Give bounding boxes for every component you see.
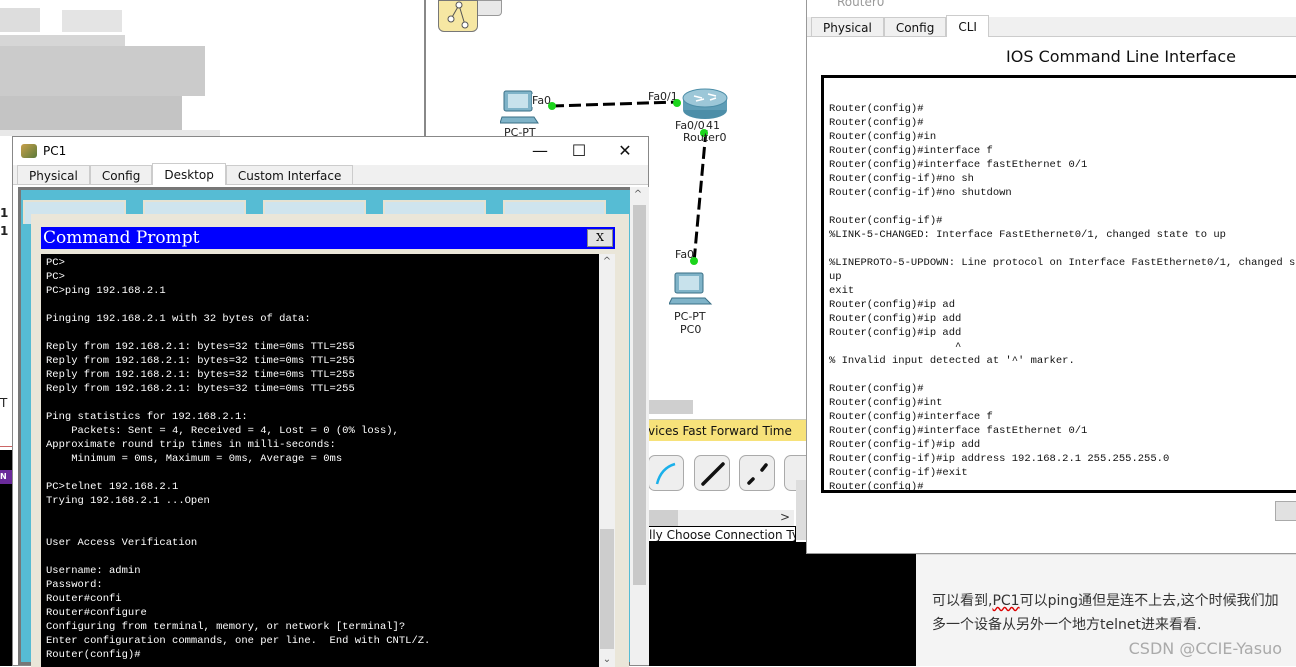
- article-text-line: 多一个设备从另外一个地方telnet进来看看.: [932, 617, 1202, 633]
- side-fragment: T: [0, 396, 8, 410]
- command-prompt-title: Command Prompt: [43, 228, 200, 248]
- command-prompt-console[interactable]: PC> PC> PC>ping 192.168.2.1 Pinging 192.…: [41, 254, 599, 667]
- connection-console-button[interactable]: [648, 455, 684, 491]
- router0-title: Router0: [837, 0, 885, 9]
- article-text: 可以看到,PC1可以ping通但是连不上去,这个时候我们加 多一个设备从另外一个…: [932, 589, 1296, 637]
- connections-scroll-thumb[interactable]: [648, 510, 678, 526]
- purple-badge: N: [0, 470, 12, 484]
- pc0-name-label: PC0: [680, 323, 702, 336]
- blurred-text: [62, 10, 122, 32]
- router0-tabs: Physical Config CLI: [807, 15, 1296, 37]
- background-dark-area: [648, 542, 916, 666]
- side-fragment: 1: [0, 224, 9, 238]
- tab-desktop[interactable]: Desktop: [152, 163, 226, 185]
- command-prompt-window: Command Prompt X PC> PC> PC>ping 192.168…: [31, 214, 629, 667]
- blurred-text: [0, 46, 205, 96]
- chevron-right-icon[interactable]: >: [780, 510, 790, 524]
- connection-straight-button[interactable]: [694, 455, 730, 491]
- cli-output[interactable]: Router(config)# Router(config)# Router(c…: [824, 78, 1296, 490]
- pc1-tabs: Physical Config Desktop Custom Interface: [13, 163, 648, 185]
- article-text-part: 可以看到,: [932, 593, 993, 609]
- command-prompt-scrollbar[interactable]: ^ ⌄: [599, 254, 615, 667]
- link-router-pc0: [692, 129, 708, 263]
- cli-heading: IOS Command Line Interface: [1006, 47, 1236, 66]
- tab-config[interactable]: Config: [89, 165, 153, 184]
- router0-window: Router0 Physical Config CLI IOS Command …: [806, 0, 1296, 554]
- cli-console[interactable]: Router(config)# Router(config)# Router(c…: [821, 75, 1296, 493]
- pc1-link-light: [548, 102, 556, 110]
- fast-forward-time-label[interactable]: vices Fast Forward Time: [648, 424, 792, 438]
- side-fragment: 1: [0, 206, 9, 220]
- workspace-hscroll-thumb[interactable]: [648, 400, 693, 414]
- pc0-link-light: [690, 257, 698, 265]
- chevron-up-icon[interactable]: ^: [599, 256, 615, 267]
- chevron-down-icon[interactable]: ⌄: [599, 654, 615, 665]
- blurred-text: [0, 96, 182, 130]
- pc0-type-label: PC-PT: [674, 310, 706, 323]
- article-text-part: 可以ping通但是连不上去,这个时候我们加: [1019, 593, 1279, 609]
- command-prompt-titlebar[interactable]: Command Prompt X: [41, 227, 615, 249]
- connection-type-caption: lly Choose Connection Ty: [648, 526, 796, 542]
- realtime-bar: vices Fast Forward Time: [648, 419, 808, 441]
- tab-config[interactable]: Config: [883, 17, 947, 36]
- command-prompt-scroll-thumb[interactable]: [600, 529, 614, 649]
- pc1-window: PC1 — ☐ ✕ Physical Config Desktop Custom…: [12, 136, 649, 667]
- pc-app-icon: [21, 144, 37, 158]
- tab-cli[interactable]: CLI: [946, 15, 989, 37]
- desktop-scrollbar[interactable]: ^: [630, 187, 649, 665]
- router-name-label: Router0: [683, 131, 727, 144]
- pc1-mention: PC1: [992, 593, 1020, 609]
- chevron-up-icon[interactable]: ^: [630, 189, 646, 200]
- cli-copy-button[interactable]: [1275, 501, 1296, 521]
- csdn-watermark: CSDN @CCIE-Yasuo: [1128, 639, 1282, 658]
- connection-crossover-button[interactable]: [739, 455, 775, 491]
- tab-physical[interactable]: Physical: [811, 17, 884, 36]
- connections-scrollbar[interactable]: >: [648, 510, 794, 526]
- pc1-title: PC1: [43, 144, 67, 158]
- pc0-device-icon[interactable]: [668, 272, 713, 314]
- tab-physical[interactable]: Physical: [17, 165, 90, 184]
- router0-titlebar[interactable]: Router0: [807, 0, 1296, 17]
- divider: [0, 446, 12, 447]
- article-snippet: 可以看到,PC1可以ping通但是连不上去,这个时候我们加 多一个设备从另外一个…: [916, 553, 1296, 666]
- blurred-text: [0, 8, 40, 32]
- maximize-button[interactable]: ☐: [556, 139, 602, 163]
- command-prompt-close-button[interactable]: X: [587, 229, 613, 247]
- router-fa01-link-light: [673, 99, 681, 107]
- command-prompt-output[interactable]: PC> PC> PC>ping 192.168.2.1 Pinging 192.…: [41, 254, 599, 664]
- desktop-scroll-thumb[interactable]: [633, 205, 646, 585]
- tab-custom-interface[interactable]: Custom Interface: [225, 165, 354, 184]
- close-button[interactable]: ✕: [602, 139, 648, 163]
